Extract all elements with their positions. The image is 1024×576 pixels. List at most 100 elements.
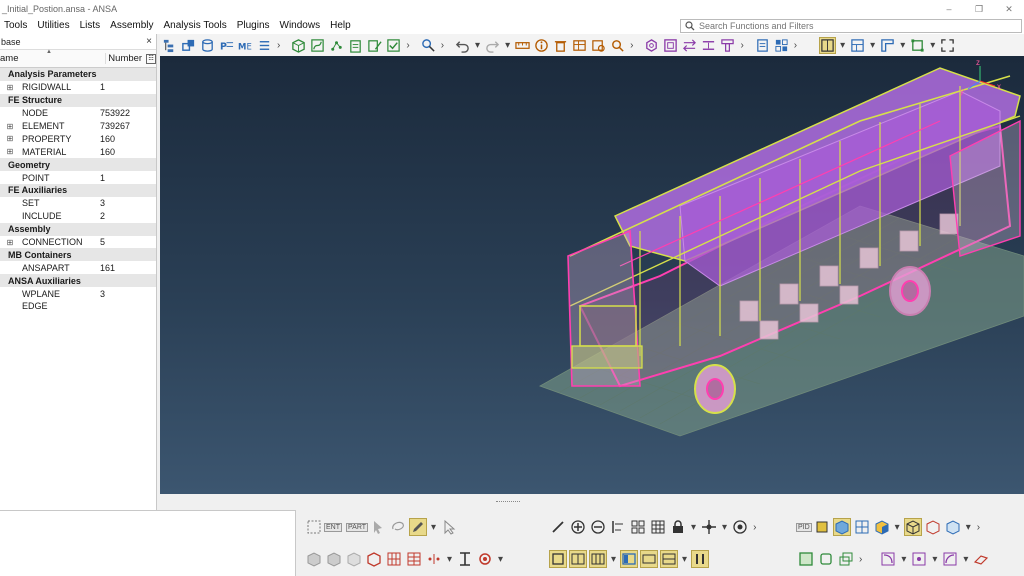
message-area[interactable] bbox=[0, 510, 296, 576]
database-browser-button[interactable] bbox=[161, 37, 178, 54]
chevron-down-icon[interactable]: ▾ bbox=[611, 554, 616, 565]
chevron-down-icon[interactable]: ▾ bbox=[900, 40, 905, 51]
menu-help[interactable]: Help bbox=[325, 18, 356, 34]
arrow-select-button[interactable] bbox=[440, 518, 458, 536]
expand-icon[interactable]: ⊞ bbox=[0, 238, 14, 247]
arc-button[interactable] bbox=[941, 550, 959, 568]
columns-settings-icon[interactable]: ☷ bbox=[146, 53, 156, 64]
arrows-button[interactable] bbox=[681, 37, 698, 54]
redo-button[interactable] bbox=[484, 37, 501, 54]
pointer-button[interactable] bbox=[369, 518, 387, 536]
check-button[interactable] bbox=[385, 37, 402, 54]
more-icon[interactable]: › bbox=[740, 40, 743, 51]
menu-windows[interactable]: Windows bbox=[275, 18, 326, 34]
chevron-down-icon[interactable]: ▾ bbox=[722, 522, 727, 533]
pid-toggle[interactable]: PID bbox=[796, 522, 812, 532]
menu-assembly[interactable]: Assembly bbox=[105, 18, 158, 34]
more-icon[interactable]: › bbox=[630, 40, 633, 51]
solid-button[interactable] bbox=[305, 550, 323, 568]
menu-analysis-tools[interactable]: Analysis Tools bbox=[159, 18, 232, 34]
list-button[interactable] bbox=[256, 37, 273, 54]
cube-right-button[interactable] bbox=[944, 518, 962, 536]
yellow1-button[interactable] bbox=[549, 550, 567, 568]
yellow6-button[interactable] bbox=[691, 550, 710, 568]
list-item[interactable]: ⊞ CONNECTION 5 bbox=[0, 236, 156, 249]
me-button[interactable]: ME bbox=[237, 37, 254, 54]
points-button[interactable] bbox=[328, 37, 345, 54]
maximize-button[interactable]: ❐ bbox=[964, 0, 994, 18]
solid3-button[interactable] bbox=[345, 550, 363, 568]
group-fe-auxiliaries[interactable]: FE Auxiliaries bbox=[0, 184, 156, 197]
menu-utilities[interactable]: Utilities bbox=[32, 18, 74, 34]
cube-colored-button[interactable] bbox=[873, 518, 891, 536]
chevron-down-icon[interactable]: ▾ bbox=[447, 554, 452, 565]
splitter-grip[interactable] bbox=[496, 501, 520, 503]
more-icon[interactable]: › bbox=[441, 40, 444, 51]
query-button[interactable] bbox=[590, 37, 607, 54]
ent-toggle[interactable]: ENT bbox=[324, 522, 342, 532]
plane-button[interactable] bbox=[972, 550, 990, 568]
chevron-down-icon[interactable]: ▾ bbox=[840, 40, 845, 51]
blue-frame-button[interactable] bbox=[620, 550, 639, 568]
chevron-down-icon[interactable]: ▾ bbox=[475, 40, 480, 51]
qr-button[interactable] bbox=[773, 37, 790, 54]
yellow3-button[interactable] bbox=[589, 550, 607, 568]
yellow5-button[interactable] bbox=[660, 550, 679, 568]
nodes-button[interactable] bbox=[425, 550, 443, 568]
chevron-down-icon[interactable]: ▾ bbox=[930, 40, 935, 51]
chevron-down-icon[interactable]: ▾ bbox=[932, 554, 937, 565]
expand-icon[interactable]: ⊞ bbox=[0, 147, 14, 156]
list-item[interactable]: INCLUDE 2 bbox=[0, 210, 156, 223]
yellow4-button[interactable] bbox=[640, 550, 659, 568]
align-button[interactable] bbox=[609, 518, 627, 536]
chevron-down-icon[interactable]: ▾ bbox=[691, 522, 696, 533]
wire-cube-button[interactable] bbox=[903, 518, 922, 536]
group-ansa-auxiliaries[interactable]: ANSA Auxiliaries bbox=[0, 274, 156, 288]
more-icon[interactable]: › bbox=[277, 40, 280, 51]
chevron-down-icon[interactable]: ▾ bbox=[431, 522, 436, 533]
shade-button[interactable] bbox=[813, 518, 831, 536]
chevron-down-icon[interactable]: ▾ bbox=[901, 554, 906, 565]
number-column-header[interactable]: Number bbox=[105, 53, 145, 64]
list-item[interactable]: ⊞ MATERIAL 160 bbox=[0, 145, 156, 158]
more-icon[interactable]: › bbox=[406, 40, 409, 51]
list-item[interactable]: ⊞ PROPERTY 160 bbox=[0, 132, 156, 145]
bounds-button[interactable] bbox=[909, 37, 926, 54]
menu-plugins[interactable]: Plugins bbox=[232, 18, 275, 34]
hexagon-button[interactable] bbox=[643, 37, 660, 54]
graphics-viewport[interactable]: z x y bbox=[160, 56, 1024, 494]
move-button[interactable] bbox=[700, 518, 718, 536]
expand-icon[interactable]: ⊞ bbox=[0, 134, 14, 143]
chevron-down-icon[interactable]: ▾ bbox=[895, 522, 900, 533]
group-analysis-parameters[interactable]: Analysis Parameters bbox=[0, 68, 156, 81]
minimize-button[interactable]: – bbox=[934, 0, 964, 18]
lasso-button[interactable] bbox=[389, 518, 407, 536]
pen-button[interactable] bbox=[549, 518, 567, 536]
edit-button[interactable] bbox=[366, 37, 383, 54]
delete-button[interactable] bbox=[552, 37, 569, 54]
list-item[interactable]: WPLANE 3 bbox=[0, 287, 156, 300]
geometry-button[interactable] bbox=[290, 37, 307, 54]
chevron-down-icon[interactable]: ▾ bbox=[682, 554, 687, 565]
chevron-down-icon[interactable]: ▾ bbox=[966, 522, 971, 533]
chevron-down-icon[interactable]: ▾ bbox=[963, 554, 968, 565]
more-icon[interactable]: › bbox=[859, 554, 862, 565]
database-button[interactable] bbox=[199, 37, 216, 54]
project-button[interactable] bbox=[719, 37, 736, 54]
more-icon[interactable]: › bbox=[753, 522, 756, 533]
cut-button[interactable] bbox=[879, 37, 896, 54]
add-button[interactable] bbox=[569, 518, 587, 536]
solid2-button[interactable] bbox=[325, 550, 343, 568]
find-button[interactable] bbox=[609, 37, 626, 54]
info-button[interactable] bbox=[533, 37, 550, 54]
grid9-button[interactable] bbox=[649, 518, 667, 536]
view-mode-button[interactable] bbox=[819, 36, 837, 54]
menu-lists[interactable]: Lists bbox=[75, 18, 106, 34]
group-geometry[interactable]: Geometry bbox=[0, 158, 156, 172]
list-item[interactable]: EDGE bbox=[0, 300, 156, 313]
target-button[interactable] bbox=[731, 518, 749, 536]
list-item[interactable]: POINT 1 bbox=[0, 171, 156, 184]
group-mb-containers[interactable]: MB Containers bbox=[0, 248, 156, 262]
mesh-grid2-button[interactable] bbox=[405, 550, 423, 568]
list-item[interactable]: ⊞ RIGIDWALL 1 bbox=[0, 81, 156, 94]
